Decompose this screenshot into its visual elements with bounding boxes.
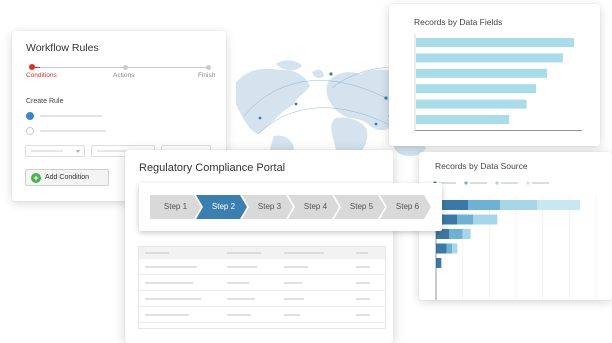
table-row-divider: [139, 290, 385, 291]
rule-option-text-1: [40, 115, 102, 117]
table-cell: [227, 282, 249, 284]
step-label: Step 3: [257, 202, 282, 211]
table-cell: [145, 282, 193, 284]
step-label: Step 6: [395, 202, 420, 211]
plus-icon: +: [31, 173, 41, 183]
table-cell: [356, 298, 370, 300]
stacked-bar-segment: [446, 243, 452, 254]
stacked-bar-segment: [473, 214, 498, 225]
add-condition-button[interactable]: + Add Condition: [25, 169, 109, 186]
stacked-bar-segment: [436, 258, 442, 268]
rule-option-radio-2[interactable]: [26, 127, 34, 135]
step-label-conditions[interactable]: Conditions: [26, 72, 57, 79]
bar: [416, 84, 537, 94]
stacked-bar-segment: [468, 200, 500, 210]
select-placeholder: [31, 150, 63, 152]
portal-title: Regulatory Compliance Portal: [139, 162, 286, 174]
bar: [416, 53, 563, 63]
compliance-portal-card: Regulatory Compliance Portal Step 1 Step …: [125, 150, 442, 343]
step-label-actions[interactable]: Actions: [113, 72, 134, 79]
table-cell: [284, 314, 300, 316]
table-header-cell: [227, 252, 261, 254]
add-condition-label: Add Condition: [45, 174, 89, 181]
stacked-bar-segment: [452, 243, 458, 254]
legend-label: [501, 182, 518, 184]
table-cell: [227, 266, 257, 268]
bar: [416, 68, 548, 78]
table-header-cell: [356, 252, 368, 254]
table-cell: [284, 282, 302, 284]
step-4-chevron[interactable]: Step 4: [288, 195, 339, 219]
step-label: Step 1: [163, 202, 188, 211]
rule-option-radio-1[interactable]: [26, 112, 34, 120]
condition-field-select[interactable]: [25, 145, 85, 157]
table-cell: [356, 282, 370, 284]
stacked-bar-segment: [537, 200, 580, 210]
table-header-cell: [145, 252, 169, 254]
records-by-data-fields-card: Records by Data Fields: [389, 4, 600, 146]
records-by-fields-chart: [414, 34, 582, 131]
legend-swatch: [464, 181, 468, 185]
table-row-divider: [139, 274, 385, 275]
legend-label: [470, 182, 487, 184]
records-by-source-chart: [433, 181, 597, 300]
table-cell: [227, 314, 251, 316]
table-header: [139, 247, 385, 259]
table-header-cell: [284, 252, 324, 254]
bar: [416, 115, 510, 124]
table-cell: [284, 266, 308, 268]
step-label: Step 5: [349, 202, 374, 211]
step-wizard: Step 1 Step 2 Step 3 Step 4 Step 5 Step 6: [139, 183, 442, 231]
bar: [416, 99, 527, 109]
step-dot-finish[interactable]: [206, 65, 211, 70]
stacked-bar-segment: [462, 229, 471, 239]
create-rule-heading: Create Rule: [26, 98, 64, 105]
step-6-chevron[interactable]: Step 6: [380, 195, 431, 219]
stacked-bar-segment: [449, 229, 463, 239]
legend-label: [532, 182, 549, 184]
step-1-chevron[interactable]: Step 1: [150, 195, 201, 219]
step-dot-conditions[interactable]: [29, 64, 35, 70]
table-cell: [227, 298, 255, 300]
table-cell: [145, 266, 197, 268]
table-cell: [284, 298, 304, 300]
table-cell: [356, 314, 370, 316]
stacked-bar-segment: [500, 200, 538, 210]
table-row-divider: [139, 306, 385, 307]
table-cell: [145, 314, 189, 316]
table-cell: [145, 298, 201, 300]
workflow-title: Workflow Rules: [26, 42, 99, 54]
step-label: Step 4: [303, 202, 328, 211]
stacked-bar-segment: [436, 243, 447, 254]
table-row-divider: [139, 322, 385, 323]
step-label: Step 2: [211, 202, 236, 211]
step-dot-actions[interactable]: [123, 65, 128, 70]
step-2-chevron[interactable]: Step 2: [196, 195, 247, 219]
records-table: [138, 246, 386, 329]
table-cell: [356, 266, 370, 268]
step-5-chevron[interactable]: Step 5: [334, 195, 385, 219]
legend-swatch: [526, 181, 530, 185]
stacked-bar-segment: [457, 214, 474, 225]
records-by-data-source-card: Records by Data Source: [419, 152, 612, 300]
rule-option-text-2: [40, 130, 106, 132]
workflow-progress-track: [29, 64, 211, 70]
chevron-down-icon: [76, 150, 80, 153]
step-label-finish[interactable]: Finish: [198, 72, 215, 79]
step-3-chevron[interactable]: Step 3: [242, 195, 293, 219]
legend-swatch: [495, 181, 499, 185]
bar: [416, 38, 574, 47]
